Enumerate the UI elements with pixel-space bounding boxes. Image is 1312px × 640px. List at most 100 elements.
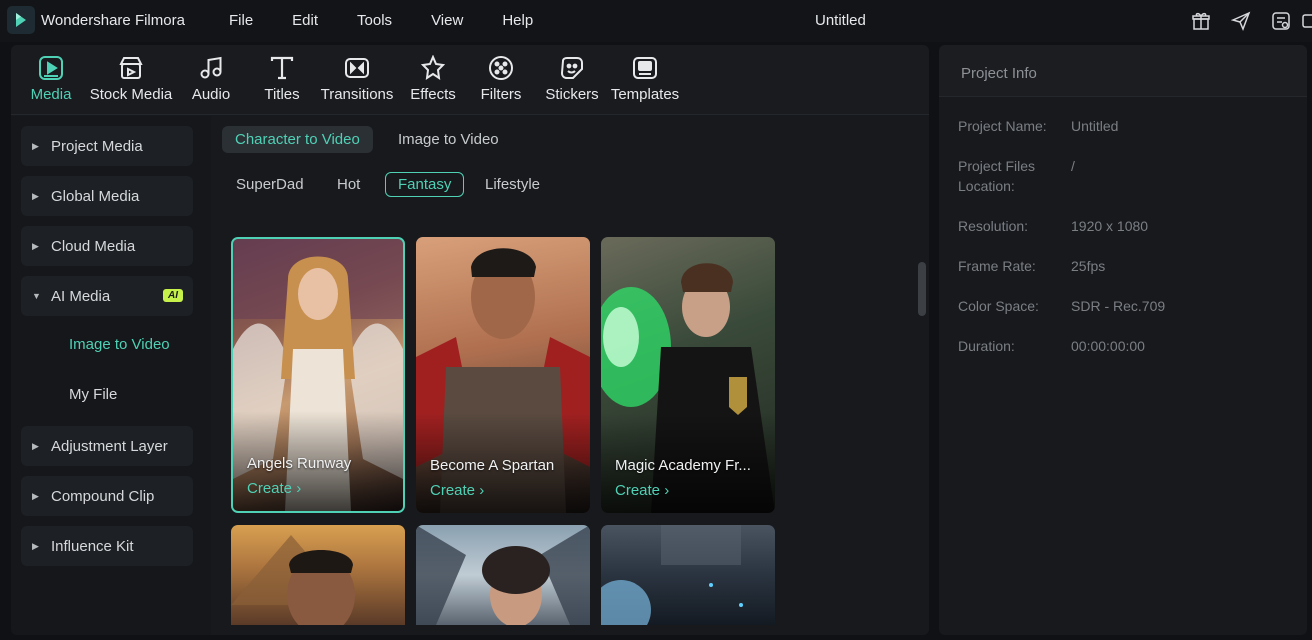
card-thumbnail bbox=[416, 525, 590, 625]
sidebar-item-label: Adjustment Layer bbox=[51, 437, 168, 455]
filmora-logo-icon bbox=[7, 6, 35, 34]
category-hot[interactable]: Hot bbox=[325, 172, 372, 197]
sidebar-item-global-media[interactable]: ▶ Global Media bbox=[21, 176, 193, 216]
tab-titles[interactable]: Titles bbox=[262, 53, 302, 103]
document-title: Untitled bbox=[815, 12, 866, 29]
card-create-link[interactable]: Create › bbox=[615, 482, 669, 499]
menu-edit[interactable]: Edit bbox=[292, 12, 318, 29]
sidebar-item-label: AI Media bbox=[51, 287, 111, 305]
tab-image-to-video[interactable]: Image to Video bbox=[385, 126, 512, 153]
menu-help[interactable]: Help bbox=[502, 12, 533, 29]
card-create-link[interactable]: Create › bbox=[430, 482, 484, 499]
transitions-icon bbox=[342, 53, 372, 83]
window-control-icon[interactable] bbox=[1300, 10, 1312, 32]
menu-tools[interactable]: Tools bbox=[357, 12, 392, 29]
caret-right-icon: ▶ bbox=[32, 140, 39, 151]
color-space-value: SDR - Rec.709 bbox=[1071, 298, 1166, 314]
caret-right-icon: ▶ bbox=[32, 540, 39, 551]
create-label: Create bbox=[615, 482, 661, 499]
sidebar-item-project-media[interactable]: ▶ Project Media bbox=[21, 126, 193, 166]
stock-media-icon bbox=[116, 53, 146, 83]
text-t-icon bbox=[267, 53, 297, 83]
tab-media[interactable]: Media bbox=[31, 53, 71, 103]
tab-audio[interactable]: Audio bbox=[191, 53, 231, 103]
card-thumbnail bbox=[601, 525, 743, 625]
caret-right-icon: ▶ bbox=[32, 190, 39, 201]
sidebar-subitem-my-file[interactable]: My File bbox=[69, 386, 117, 403]
tab-filters[interactable]: Filters bbox=[481, 53, 521, 103]
ai-media-content: Character to Video Image to Video SuperD… bbox=[211, 116, 929, 635]
content-scrollbar[interactable] bbox=[918, 262, 926, 316]
project-files-location-value: / bbox=[1071, 158, 1075, 174]
card-create-link[interactable]: Create › bbox=[247, 480, 301, 497]
template-card-row2-2[interactable] bbox=[416, 525, 590, 625]
tab-stickers[interactable]: Stickers bbox=[545, 53, 599, 103]
category-superdad[interactable]: SuperDad bbox=[224, 172, 316, 197]
template-card-row2-1[interactable] bbox=[231, 525, 405, 625]
media-icon bbox=[36, 53, 66, 83]
category-fantasy[interactable]: Fantasy bbox=[385, 172, 465, 197]
project-name-value: Untitled bbox=[1071, 118, 1119, 134]
templates-icon bbox=[630, 53, 660, 83]
sidebar-item-ai-media[interactable]: ▼ AI Media AI bbox=[21, 276, 193, 316]
sidebar-item-cloud-media[interactable]: ▶ Cloud Media bbox=[21, 226, 193, 266]
chevron-right-icon: › bbox=[664, 482, 670, 499]
card-title: Magic Academy Fr... bbox=[615, 457, 751, 474]
sidebar-item-compound-clip[interactable]: ▶ Compound Clip bbox=[21, 476, 193, 516]
caret-down-icon: ▼ bbox=[32, 291, 41, 301]
filters-icon bbox=[486, 53, 516, 83]
app-name: Wondershare Filmora bbox=[41, 12, 185, 29]
menu-view[interactable]: View bbox=[431, 12, 463, 29]
send-icon[interactable] bbox=[1230, 10, 1252, 32]
tab-stock-media-label: Stock Media bbox=[89, 86, 173, 103]
media-sidebar: ▶ Project Media ▶ Global Media ▶ Cloud M… bbox=[11, 116, 211, 635]
template-card-magic-academy[interactable]: Magic Academy Fr... Create › bbox=[601, 237, 775, 513]
tab-stock-media[interactable]: Stock Media bbox=[89, 53, 173, 103]
resolution-label: Resolution: bbox=[958, 218, 1029, 234]
caret-right-icon: ▶ bbox=[32, 440, 39, 451]
music-note-icon bbox=[196, 53, 226, 83]
sidebar-item-label: Cloud Media bbox=[51, 237, 136, 255]
sidebar-subitem-image-to-video[interactable]: Image to Video bbox=[69, 336, 170, 353]
gift-icon[interactable] bbox=[1190, 10, 1212, 32]
template-card-become-a-spartan[interactable]: Become A Spartan Create › bbox=[416, 237, 590, 513]
tab-audio-label: Audio bbox=[191, 86, 231, 103]
menu-bar: File Edit Tools View Help bbox=[229, 12, 572, 29]
resolution-value: 1920 x 1080 bbox=[1071, 218, 1149, 234]
project-info-title: Project Info bbox=[961, 65, 1037, 82]
sidebar-item-influence-kit[interactable]: ▶ Influence Kit bbox=[21, 526, 193, 566]
template-card-row2-3[interactable] bbox=[601, 525, 775, 625]
task-list-icon[interactable] bbox=[1270, 10, 1292, 32]
tab-templates-label: Templates bbox=[610, 86, 680, 103]
tab-templates[interactable]: Templates bbox=[611, 53, 679, 103]
project-info-panel: Project Info Project Name: Untitled Proj… bbox=[939, 45, 1307, 635]
frame-rate-value: 25fps bbox=[1071, 258, 1106, 274]
menu-file[interactable]: File bbox=[229, 12, 253, 29]
project-name-label: Project Name: bbox=[958, 118, 1047, 134]
template-card-angels-runway[interactable]: Angels Runway Create › bbox=[231, 237, 405, 513]
caret-right-icon: ▶ bbox=[32, 490, 39, 501]
project-info-header: Project Info bbox=[939, 45, 1307, 97]
sidebar-item-adjustment-layer[interactable]: ▶ Adjustment Layer bbox=[21, 426, 193, 466]
chevron-right-icon: › bbox=[479, 482, 485, 499]
card-title: Become A Spartan bbox=[430, 457, 555, 474]
tab-titles-label: Titles bbox=[264, 86, 300, 103]
caret-right-icon: ▶ bbox=[32, 240, 39, 251]
tab-filters-label: Filters bbox=[480, 86, 522, 103]
tab-media-label: Media bbox=[30, 86, 72, 103]
card-thumbnail bbox=[231, 535, 355, 625]
stickers-icon bbox=[557, 53, 587, 83]
tab-transitions[interactable]: Transitions bbox=[321, 53, 393, 103]
media-panel: Media Stock Media Audio Titles Transitio… bbox=[11, 45, 929, 635]
category-lifestyle[interactable]: Lifestyle bbox=[473, 172, 552, 197]
tab-effects-label: Effects bbox=[410, 86, 456, 103]
tab-effects[interactable]: Effects bbox=[410, 53, 456, 103]
media-toolbar: Media Stock Media Audio Titles Transitio… bbox=[11, 45, 929, 115]
sidebar-item-label: Project Media bbox=[51, 137, 143, 155]
tab-stickers-label: Stickers bbox=[545, 86, 599, 103]
duration-value: 00:00:00:00 bbox=[1071, 338, 1145, 354]
tab-character-to-video[interactable]: Character to Video bbox=[222, 126, 373, 153]
ai-badge: AI bbox=[163, 289, 183, 302]
create-label: Create bbox=[247, 480, 293, 497]
sidebar-item-label: Compound Clip bbox=[51, 487, 155, 505]
